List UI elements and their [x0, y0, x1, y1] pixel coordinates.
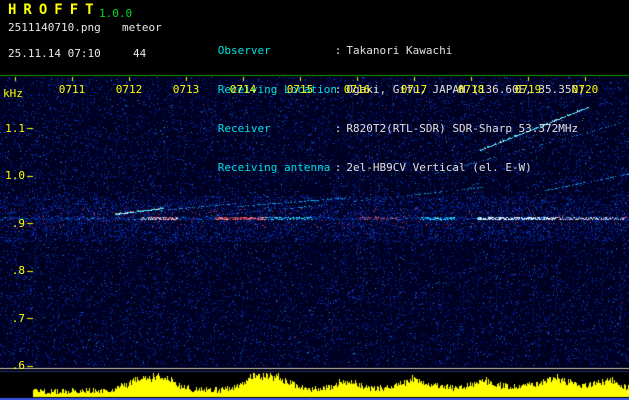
info-separator: : [334, 161, 342, 174]
freq-tick-label: 1.0 [5, 169, 25, 182]
freq-tick-label: 1.1 [5, 122, 25, 135]
info-label: Receiving antenna [217, 161, 331, 174]
time-tick-label: 0720 [571, 83, 599, 96]
time-tick-label: 0713 [172, 83, 200, 96]
info-row-receiver: Receiver: R820T2(RTL-SDR) SDR-Sharp 53.37… [178, 109, 585, 135]
freq-tick-label: .9 [11, 217, 25, 230]
info-label: Receiver [217, 122, 271, 135]
info-value: Takanori Kawachi [346, 44, 453, 57]
mode-label: meteor [122, 21, 162, 34]
datetime-label: 25.11.14 07:10 [8, 47, 101, 60]
time-tick-label: 0716 [343, 83, 371, 96]
hrofft-output: HROFFT 1.0.0 2511140710.png meteor 25.11… [0, 0, 629, 400]
station-info: Observer: Takanori Kawachi Receiving Loca… [178, 5, 585, 187]
info-value: 2el-HB9CV Vertical (el. E-W) [346, 161, 532, 174]
info-row-antenna: Receiving antenna:2el-HB9CV Vertical (el… [178, 148, 585, 174]
info-value: R820T2(RTL-SDR) SDR-Sharp 53.372MHz [346, 122, 579, 135]
time-tick-label: 0712 [115, 83, 143, 96]
echo-count: 44 [133, 47, 147, 60]
freq-tick-label: .6 [11, 359, 25, 372]
freq-axis-unit: kHz [3, 87, 23, 100]
time-tick-label: 0718 [457, 83, 485, 96]
time-tick-label: 0714 [229, 83, 257, 96]
time-tick-label: 0717 [400, 83, 428, 96]
app-title: HROFFT [8, 2, 101, 18]
time-tick-label: 0715 [286, 83, 314, 96]
freq-tick-label: .8 [11, 264, 25, 277]
info-row-location: Receiving Location: Ogaki, Gifu, JAPAN (1… [178, 70, 585, 96]
info-row-observer: Observer: Takanori Kawachi [178, 31, 585, 57]
info-separator: : [334, 44, 342, 57]
info-label: Observer [217, 44, 271, 57]
info-separator: : [334, 122, 342, 135]
output-filename: 2511140710.png [8, 21, 101, 34]
freq-tick-label: .7 [11, 312, 25, 325]
time-tick-label: 0719 [514, 83, 542, 96]
info-separator: : [334, 83, 342, 96]
app-version: 1.0.0 [99, 7, 133, 20]
time-tick-label: 0711 [58, 83, 86, 96]
